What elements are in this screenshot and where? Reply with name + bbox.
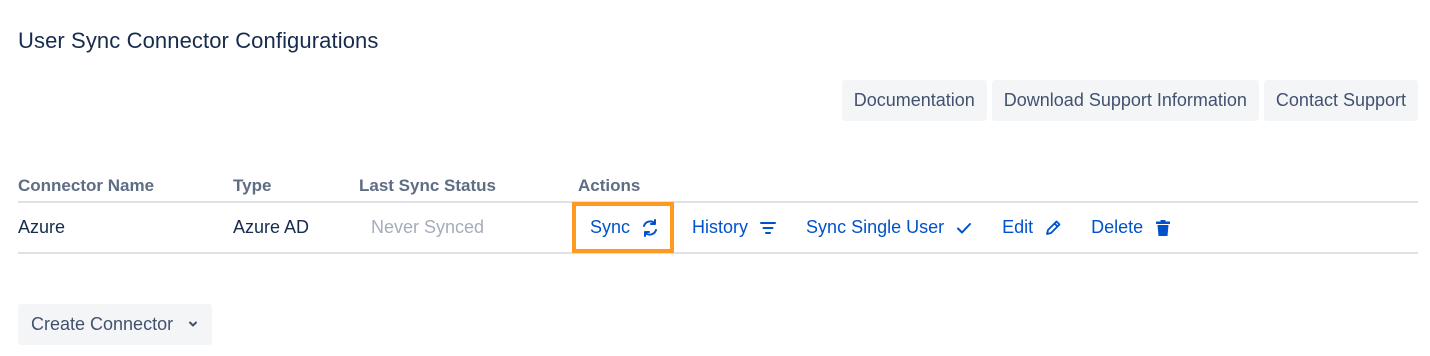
contact-support-button[interactable]: Contact Support	[1263, 80, 1418, 121]
table-header: Connector Name Type Last Sync Status Act…	[18, 170, 1418, 203]
trash-icon	[1153, 218, 1173, 238]
status-text: Never Synced	[371, 217, 485, 237]
chevron-down-icon	[187, 314, 199, 335]
header-connector-name: Connector Name	[18, 175, 155, 195]
header-type: Type	[233, 175, 272, 195]
connectors-table: Connector Name Type Last Sync Status Act…	[18, 170, 1418, 254]
history-action[interactable]: History	[692, 217, 778, 238]
row-actions: Sync History Sync Single User Edit Delet…	[572, 202, 1418, 253]
table-row: Azure Azure AD Never Synced Sync History…	[18, 202, 1418, 254]
page-title: User Sync Connector Configurations	[18, 28, 379, 53]
sync-action[interactable]: Sync	[572, 202, 675, 253]
check-icon	[954, 218, 974, 238]
edit-action[interactable]: Edit	[1002, 217, 1063, 238]
sync-single-user-action[interactable]: Sync Single User	[806, 217, 974, 238]
cell-last-sync-status: Never Synced	[359, 217, 578, 238]
create-connector-button[interactable]: Create Connector	[18, 304, 213, 345]
top-actions-bar: Documentation Download Support Informati…	[841, 80, 1418, 121]
pencil-icon	[1043, 218, 1063, 238]
sync-single-user-label: Sync Single User	[806, 217, 945, 237]
delete-label: Delete	[1091, 217, 1144, 237]
header-last-sync-status: Last Sync Status	[359, 175, 496, 195]
page: User Sync Connector Configurations Docum…	[0, 0, 1430, 356]
cell-connector-name: Azure	[18, 217, 66, 237]
sync-label: Sync	[590, 217, 631, 237]
filter-lines-icon	[758, 218, 778, 238]
cell-type: Azure AD	[233, 217, 310, 237]
delete-action[interactable]: Delete	[1091, 217, 1173, 238]
header-actions: Actions	[578, 175, 641, 195]
create-connector-label: Create Connector	[31, 314, 174, 334]
edit-label: Edit	[1002, 217, 1034, 237]
documentation-button[interactable]: Documentation	[841, 80, 987, 121]
download-support-information-button[interactable]: Download Support Information	[991, 80, 1259, 121]
history-label: History	[692, 217, 749, 237]
refresh-icon	[640, 218, 660, 238]
